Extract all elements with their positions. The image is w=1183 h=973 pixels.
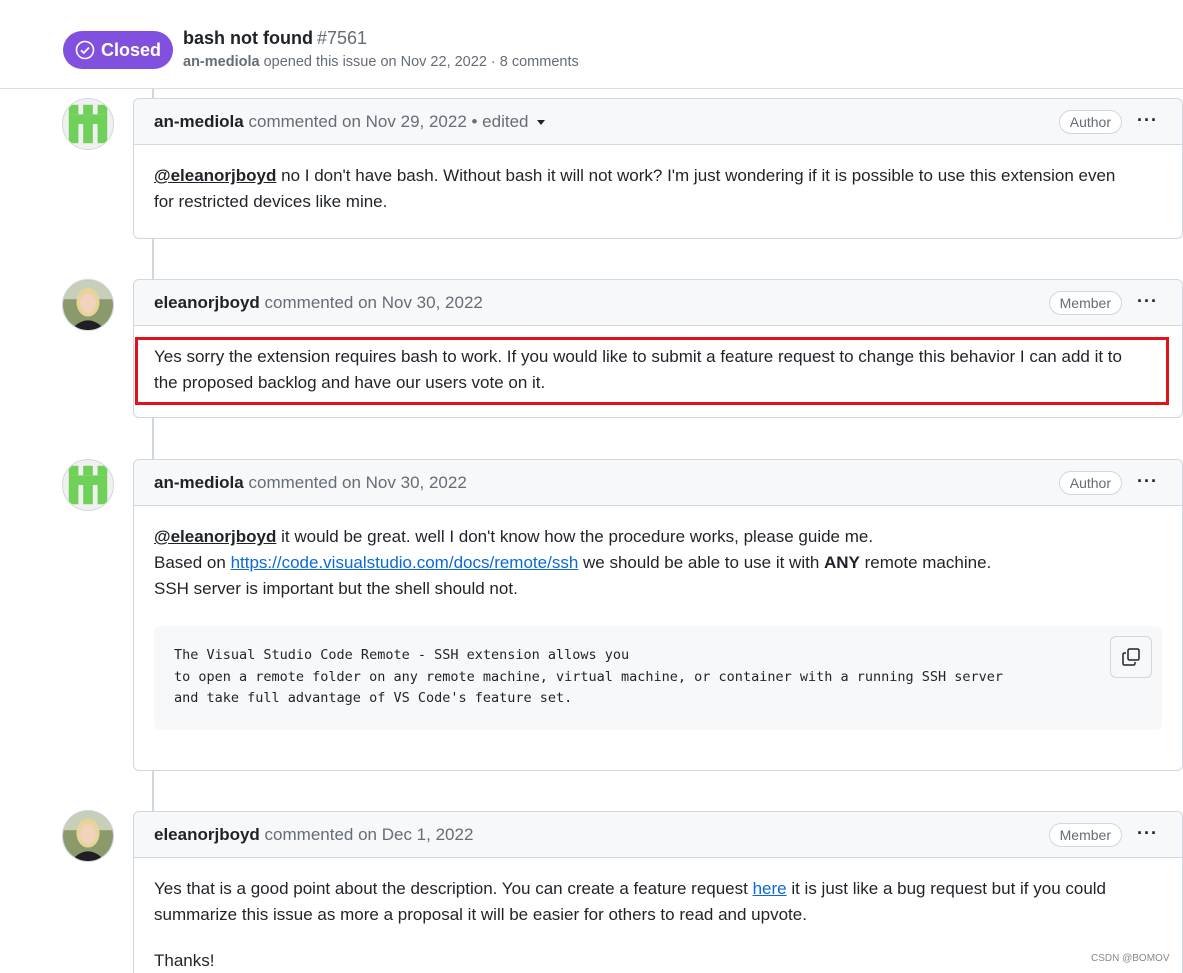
issue-meta: an-mediola opened this issue on Nov 22, …	[183, 54, 579, 70]
user-photo-icon	[63, 811, 113, 861]
comment-header: eleanorjboyd commented on Dec 1, 2022 Me…	[134, 812, 1182, 858]
comment-author-link[interactable]: an-mediola	[154, 473, 244, 492]
comment-text: for restricted devices like mine.	[154, 192, 388, 211]
comment-meta[interactable]: commented on Nov 30, 2022	[248, 473, 466, 492]
comment-text: no I don't have bash. Without bash it wi…	[276, 166, 1116, 185]
comment-header: eleanorjboyd commented on Nov 30, 2022 M…	[134, 280, 1182, 326]
comment-2: eleanorjboyd commented on Nov 30, 2022 M…	[133, 279, 1183, 418]
more-options-icon[interactable]: ···	[1137, 472, 1158, 490]
issue-header: Closed bash not found #7561 an-mediola op…	[0, 0, 1183, 89]
comment-text: Yes sorry the extension requires bash to…	[154, 347, 1122, 366]
comment-text: Thanks!	[154, 951, 215, 970]
avatar-an-mediola[interactable]	[62, 98, 114, 150]
feature-request-link[interactable]: here	[753, 879, 787, 898]
comment-header: an-mediola commented on Nov 29, 2022 • e…	[134, 99, 1182, 145]
comment-author-link[interactable]: eleanorjboyd	[154, 293, 260, 312]
avatar-eleanorjboyd[interactable]	[62, 279, 114, 331]
avatar-eleanorjboyd[interactable]	[62, 810, 114, 862]
check-circle-icon	[75, 40, 95, 60]
issue-state-label: Closed	[100, 39, 161, 60]
identicon-avatar-icon	[63, 99, 113, 149]
issue-title-text: bash not found	[183, 28, 313, 48]
comment-text: we should be able to use it with	[578, 553, 824, 572]
comment-author-link[interactable]: eleanorjboyd	[154, 825, 260, 844]
comment-3: an-mediola commented on Nov 30, 2022 Aut…	[133, 459, 1183, 771]
comment-text: it would be great. well I don't know how…	[276, 527, 874, 546]
comment-text: it is just like a bug request but if you…	[786, 879, 1107, 898]
comment-1: an-mediola commented on Nov 29, 2022 • e…	[133, 98, 1183, 239]
comment-text: remote machine.	[859, 553, 992, 572]
more-options-icon[interactable]: ···	[1137, 111, 1158, 129]
issue-meta-text: opened this issue on Nov 22, 2022 · 8 co…	[263, 54, 579, 70]
emphasis-text: ANY	[824, 553, 860, 572]
code-line: The Visual Studio Code Remote - SSH exte…	[174, 647, 630, 663]
comment-meta[interactable]: commented on Nov 29, 2022 • edited	[248, 112, 528, 131]
issue-title: bash not found #7561	[183, 28, 367, 49]
comment-header: an-mediola commented on Nov 30, 2022 Aut…	[134, 460, 1182, 506]
comment-byline: an-mediola commented on Nov 29, 2022 • e…	[154, 112, 545, 132]
chevron-down-icon[interactable]	[536, 120, 545, 126]
member-role-badge: Member	[1048, 291, 1122, 315]
user-photo-icon	[63, 280, 113, 330]
comment-author-link[interactable]: an-mediola	[154, 112, 244, 131]
comment-text: Based on	[154, 553, 231, 572]
author-role-badge: Author	[1058, 110, 1122, 134]
comment-4: eleanorjboyd commented on Dec 1, 2022 Me…	[133, 811, 1183, 973]
author-role-badge: Author	[1058, 471, 1122, 495]
comment-text: Yes that is a good point about the descr…	[154, 879, 753, 898]
comment-text: summarize this issue as more a proposal …	[154, 905, 807, 924]
comment-byline: eleanorjboyd commented on Dec 1, 2022	[154, 825, 473, 845]
user-mention[interactable]: @eleanorjboyd	[154, 166, 276, 185]
more-options-icon[interactable]: ···	[1137, 824, 1158, 842]
ssh-docs-link[interactable]: https://code.visualstudio.com/docs/remot…	[231, 553, 579, 572]
comment-body: Yes that is a good point about the descr…	[134, 858, 1182, 973]
copy-icon	[1122, 648, 1140, 666]
member-role-badge: Member	[1048, 823, 1122, 847]
comment-meta[interactable]: commented on Dec 1, 2022	[265, 825, 474, 844]
code-line: and take full advantage of VS Code's fea…	[174, 690, 573, 706]
comment-byline: eleanorjboyd commented on Nov 30, 2022	[154, 293, 483, 313]
watermark: CSDN @BOMOV	[1091, 953, 1170, 964]
comment-text: the proposed backlog and have our users …	[154, 373, 546, 392]
comment-text: SSH server is important but the shell sh…	[154, 579, 518, 598]
comment-meta[interactable]: commented on Nov 30, 2022	[265, 293, 483, 312]
code-block: The Visual Studio Code Remote - SSH exte…	[154, 626, 1162, 730]
identicon-avatar-icon	[63, 460, 113, 510]
issue-author-link[interactable]: an-mediola	[183, 54, 260, 70]
more-options-icon[interactable]: ···	[1137, 292, 1158, 310]
issue-number: #7561	[316, 28, 368, 48]
code-line: to open a remote folder on any remote ma…	[174, 668, 1004, 685]
comment-body: @eleanorjboyd no I don't have bash. With…	[134, 145, 1182, 215]
comment-body: @eleanorjboyd it would be great. well I …	[134, 506, 1182, 602]
comment-body: Yes sorry the extension requires bash to…	[134, 326, 1182, 396]
copy-button[interactable]	[1110, 636, 1152, 678]
comment-byline: an-mediola commented on Nov 30, 2022	[154, 473, 467, 493]
issue-state-badge: Closed	[63, 31, 173, 69]
user-mention[interactable]: @eleanorjboyd	[154, 527, 276, 546]
avatar-an-mediola[interactable]	[62, 459, 114, 511]
